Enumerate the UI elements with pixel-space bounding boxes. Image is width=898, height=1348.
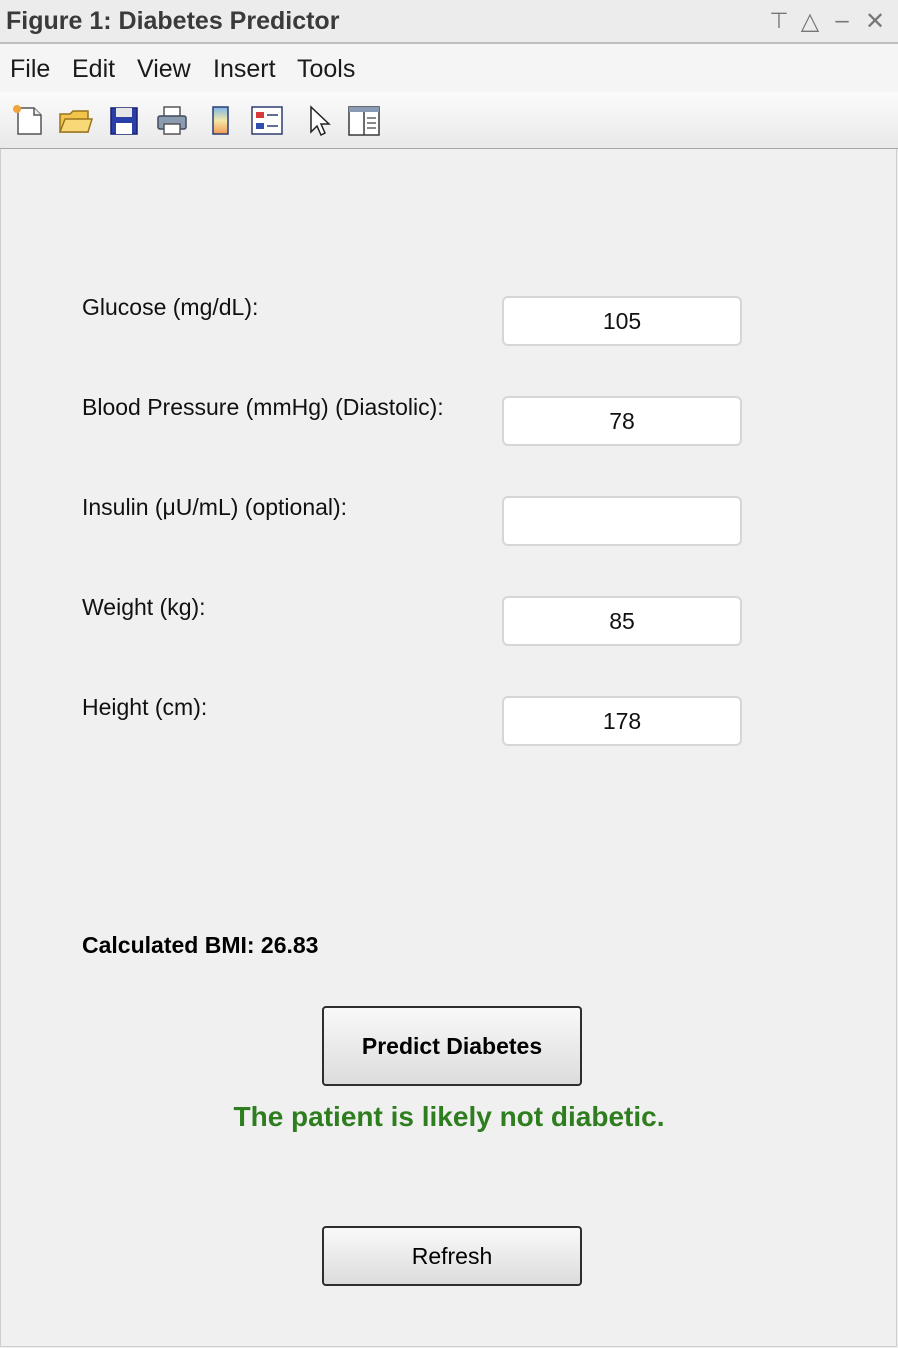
window-title: Figure 1: Diabetes Predictor — [6, 7, 340, 35]
refresh-button[interactable]: Refresh — [322, 1226, 582, 1286]
pin-icon[interactable]: ⊤ — [766, 6, 792, 36]
legend-icon[interactable] — [249, 102, 285, 138]
insulin-label: Insulin (μU/mL) (optional): — [82, 494, 348, 520]
print-icon[interactable] — [154, 102, 190, 138]
bmi-result: Calculated BMI: 26.83 — [82, 932, 319, 958]
prediction-result: The patient is likely not diabetic. — [233, 1101, 665, 1132]
menu-tools[interactable]: Tools — [297, 55, 355, 84]
height-label: Height (cm): — [82, 694, 208, 720]
title-bar: Figure 1: Diabetes Predictor ⊤ △ – ✕ — [0, 0, 898, 44]
weight-label: Weight (kg): — [82, 594, 206, 620]
menu-edit[interactable]: Edit — [72, 55, 115, 84]
toolbar — [0, 92, 898, 149]
menu-bar: File Edit View Insert Tools — [0, 44, 898, 92]
maximize-icon[interactable]: △ — [797, 6, 823, 36]
predict-diabetes-button[interactable]: Predict Diabetes — [322, 1006, 582, 1086]
open-folder-icon[interactable] — [57, 102, 93, 138]
blood-pressure-label: Blood Pressure (mmHg) (Diastolic): — [82, 394, 444, 420]
main-panel — [0, 149, 897, 1347]
glucose-input[interactable] — [502, 296, 742, 346]
height-input[interactable] — [502, 696, 742, 746]
save-icon[interactable] — [106, 102, 142, 138]
blood-pressure-input[interactable] — [502, 396, 742, 446]
pointer-arrow-icon[interactable] — [300, 102, 336, 138]
property-editor-icon[interactable] — [346, 102, 382, 138]
weight-input[interactable] — [502, 596, 742, 646]
menu-insert[interactable]: Insert — [213, 55, 276, 84]
colorbar-icon[interactable] — [203, 102, 239, 138]
menu-file[interactable]: File — [10, 55, 50, 84]
menu-view[interactable]: View — [137, 55, 191, 84]
minimize-icon[interactable]: – — [829, 6, 855, 36]
insulin-input[interactable] — [502, 496, 742, 546]
glucose-label: Glucose (mg/dL): — [82, 294, 259, 320]
new-figure-icon[interactable] — [10, 102, 46, 138]
close-icon[interactable]: ✕ — [862, 6, 888, 36]
